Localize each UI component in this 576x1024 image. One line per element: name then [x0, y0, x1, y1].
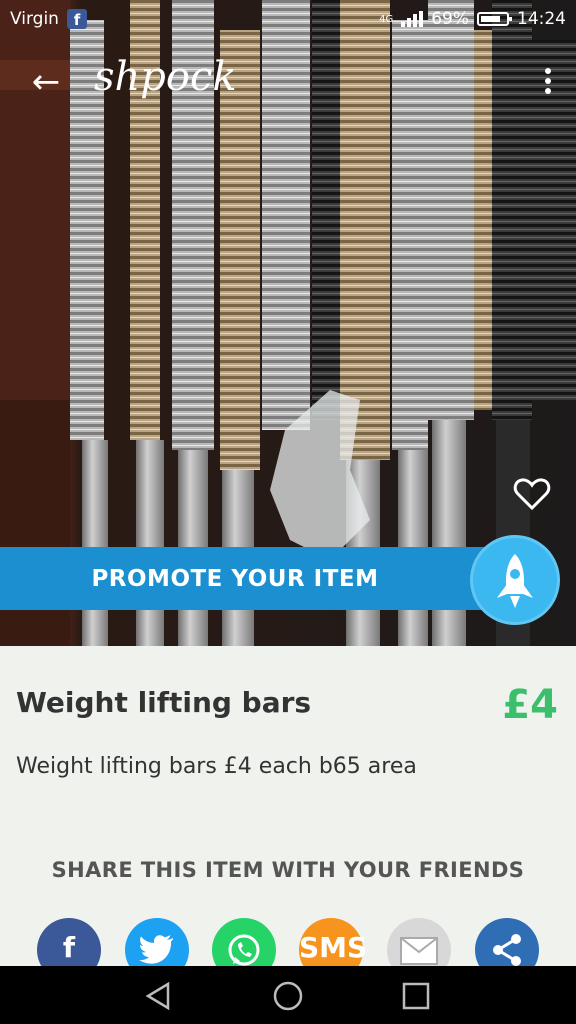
status-bar: Virgin f 4G 69% 14:24	[0, 0, 576, 40]
signal-icon	[401, 11, 424, 27]
facebook-icon: f	[62, 931, 76, 964]
sms-label: SMS	[299, 931, 368, 964]
item-title: Weight lifting bars	[16, 686, 312, 719]
carrier-label: Virgin	[10, 9, 59, 29]
item-description: Weight lifting bars £4 each b65 area	[16, 754, 417, 779]
promote-item-banner[interactable]: PROMOTE YOUR ITEM	[0, 547, 520, 610]
clock: 14:24	[517, 9, 566, 29]
nav-home-icon[interactable]	[272, 980, 304, 1012]
back-button[interactable]: ←	[26, 64, 66, 104]
rocket-icon	[497, 554, 533, 608]
app-toolbar: ← shpock	[0, 48, 576, 118]
nav-recents-icon[interactable]	[400, 980, 432, 1012]
battery-icon	[477, 12, 512, 26]
twitter-icon	[139, 935, 173, 964]
share-icon	[493, 934, 521, 966]
promote-rocket-button[interactable]	[470, 535, 560, 625]
back-arrow-icon: ←	[31, 62, 61, 102]
network-type: 4G	[379, 13, 394, 25]
nav-back-icon[interactable]	[142, 980, 174, 1012]
facebook-notification-icon: f	[66, 9, 87, 29]
promote-label: PROMOTE YOUR ITEM	[91, 565, 379, 592]
more-vert-icon	[545, 68, 551, 74]
battery-percent: 69%	[431, 9, 469, 29]
email-icon	[400, 937, 438, 965]
listing-details: Weight lifting bars £4 Weight lifting ba…	[0, 646, 576, 982]
status-right: 4G 69% 14:24	[379, 9, 566, 29]
whatsapp-icon	[228, 934, 260, 966]
status-left: Virgin f	[10, 9, 87, 29]
shpock-logo: shpock	[94, 54, 237, 100]
more-options-button[interactable]	[542, 68, 554, 98]
share-heading: SHARE THIS ITEM WITH YOUR FRIENDS	[51, 858, 525, 882]
heart-icon[interactable]	[512, 474, 552, 514]
item-price: £4	[502, 682, 558, 728]
system-nav-bar	[0, 966, 576, 1024]
